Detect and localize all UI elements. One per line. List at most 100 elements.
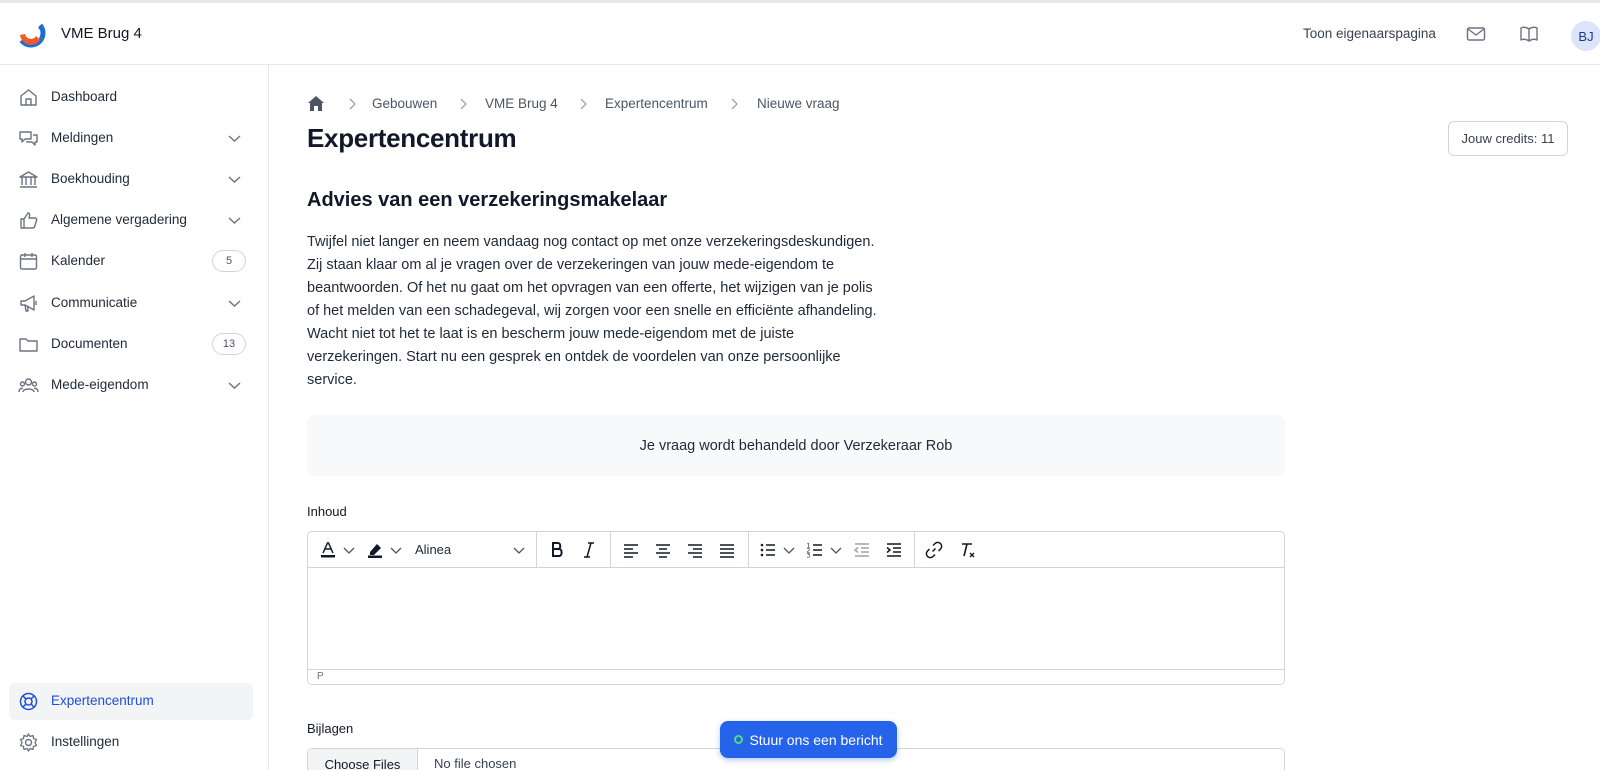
indent-icon[interactable] — [884, 540, 904, 560]
svg-text:3: 3 — [807, 553, 811, 560]
count-badge: 13 — [212, 333, 246, 355]
chevron-down-icon[interactable] — [342, 540, 356, 560]
users-icon — [18, 378, 39, 393]
handled-by-notice: Je vraag wordt behandeld door Verzekeraa… — [307, 415, 1285, 476]
editor-content-area[interactable] — [308, 569, 1284, 669]
align-left-icon[interactable] — [621, 540, 641, 560]
sidebar-item-algemene-vergadering[interactable]: Algemene vergadering — [9, 202, 253, 239]
gear-icon — [19, 733, 38, 752]
calendar-icon — [19, 253, 38, 270]
sidebar-item-communicatie[interactable]: Communicatie — [9, 285, 253, 322]
bold-icon[interactable] — [547, 540, 567, 560]
mail-icon[interactable] — [1466, 24, 1486, 44]
sidebar-item-meldingen[interactable]: Meldingen — [9, 120, 253, 157]
count-badge: 5 — [212, 250, 246, 272]
bullet-list-icon[interactable] — [758, 540, 778, 560]
app-logo-icon[interactable] — [16, 18, 46, 48]
chevron-down-icon[interactable] — [227, 296, 242, 311]
chevron-right-icon — [349, 98, 356, 110]
sidebar-item-boekhouding[interactable]: Boekhouding — [9, 161, 253, 198]
toolbar-divider — [914, 532, 915, 568]
thumbs-up-icon — [20, 212, 38, 229]
toolbar-divider — [536, 532, 537, 568]
text-color-icon[interactable] — [318, 540, 338, 560]
toolbar-divider — [610, 532, 611, 568]
chevron-right-icon — [580, 98, 587, 110]
breadcrumb-item[interactable]: Gebouwen — [372, 96, 437, 111]
paragraph-select[interactable]: Alinea — [415, 542, 451, 557]
toolbar-divider — [748, 532, 749, 568]
section-title: Advies van een verzekeringsmakelaar — [307, 189, 668, 211]
intro-text: Twijfel niet langer en neem vandaag nog … — [307, 231, 932, 392]
sidebar-item-documenten[interactable]: Documenten 13 — [9, 326, 253, 363]
breadcrumb-item[interactable]: Expertencentrum — [605, 96, 708, 111]
intro-line: of het melden van een schadegeval, wij z… — [307, 303, 877, 319]
editor-toolbar: Alinea 123 — [308, 532, 1284, 568]
sidebar-item-label: Mede-eigendom — [51, 377, 149, 392]
megaphone-icon — [20, 295, 37, 312]
online-status-icon — [734, 735, 744, 744]
chevron-down-icon[interactable] — [227, 172, 242, 187]
chevron-down-icon[interactable] — [782, 540, 796, 560]
choose-files-button[interactable]: Choose Files — [308, 749, 418, 770]
sidebar-item-mede-eigendom[interactable]: Mede-eigendom — [9, 367, 253, 404]
app-title[interactable]: VME Brug 4 — [61, 25, 142, 42]
sidebar-item-label: Meldingen — [51, 130, 114, 145]
user-avatar[interactable]: BJ — [1571, 21, 1600, 51]
intro-line: beantwoorden. Of het nu gaat om het opvr… — [307, 280, 873, 296]
sidebar: Dashboard Meldingen Boekhouding Algemene… — [0, 65, 269, 770]
folder-icon — [19, 338, 38, 352]
sidebar-item-instellingen[interactable]: Instellingen — [9, 724, 253, 761]
align-justify-icon[interactable] — [717, 540, 737, 560]
align-center-icon[interactable] — [653, 540, 673, 560]
credits-badge[interactable]: Jouw credits: 11 — [1448, 121, 1568, 156]
intro-line: verzekeringen. Start nu een gesprek en o… — [307, 349, 841, 365]
bank-icon — [19, 171, 38, 188]
sidebar-item-label: Kalender — [51, 253, 106, 268]
sidebar-item-expertencentrum[interactable]: Expertencentrum — [9, 683, 253, 720]
lifebuoy-icon — [19, 692, 38, 711]
link-icon[interactable] — [924, 540, 944, 560]
intro-line: service. — [307, 372, 357, 388]
sidebar-item-label: Instellingen — [51, 734, 120, 749]
sidebar-item-label: Algemene vergadering — [51, 212, 187, 227]
top-bar: VME Brug 4 Toon eigenaarspagina BJ — [0, 0, 1600, 65]
owner-page-link[interactable]: Toon eigenaarspagina — [1303, 26, 1436, 41]
chat-bubbles-icon — [19, 131, 38, 146]
chevron-down-icon[interactable] — [512, 540, 526, 560]
home-icon — [20, 89, 37, 106]
chevron-down-icon[interactable] — [829, 540, 843, 560]
chevron-down-icon[interactable] — [227, 213, 242, 228]
book-icon[interactable] — [1519, 24, 1539, 44]
sidebar-item-label: Communicatie — [51, 295, 138, 310]
breadcrumb-item: Nieuwe vraag — [757, 96, 840, 111]
sidebar-item-dashboard[interactable]: Dashboard — [9, 79, 253, 116]
chevron-down-icon[interactable] — [389, 540, 403, 560]
intro-line: Zij staan klaar om al je vragen over de … — [307, 257, 835, 273]
numbered-list-icon[interactable]: 123 — [805, 540, 825, 560]
attachments-label: Bijlagen — [307, 721, 354, 736]
sidebar-item-label: Boekhouding — [51, 171, 130, 186]
highlight-icon[interactable] — [365, 540, 385, 560]
sidebar-item-label: Documenten — [51, 336, 128, 351]
sidebar-item-kalender[interactable]: Kalender 5 — [9, 243, 253, 280]
align-right-icon[interactable] — [685, 540, 705, 560]
outdent-icon[interactable] — [852, 540, 872, 560]
chevron-down-icon[interactable] — [227, 378, 242, 393]
content-label: Inhoud — [307, 504, 347, 519]
italic-icon[interactable] — [579, 540, 599, 560]
breadcrumb-item[interactable]: VME Brug 4 — [485, 96, 558, 111]
sidebar-item-label: Expertencentrum — [51, 693, 154, 708]
chevron-down-icon[interactable] — [227, 131, 242, 146]
intro-line: Twijfel niet langer en neem vandaag nog … — [307, 234, 875, 250]
chevron-right-icon — [460, 98, 467, 110]
clear-formatting-icon[interactable] — [958, 540, 978, 560]
file-status: No file chosen — [434, 756, 517, 770]
chat-button-label: Stuur ons een bericht — [749, 731, 883, 748]
chat-button[interactable]: Stuur ons een bericht — [720, 721, 897, 758]
home-icon[interactable] — [307, 95, 325, 112]
editor-status-path: P — [308, 669, 1284, 684]
sidebar-item-label: Dashboard — [51, 89, 118, 104]
intro-line: Wacht niet tot het te laat is en bescher… — [307, 326, 795, 342]
page-title: Expertencentrum — [307, 123, 517, 153]
